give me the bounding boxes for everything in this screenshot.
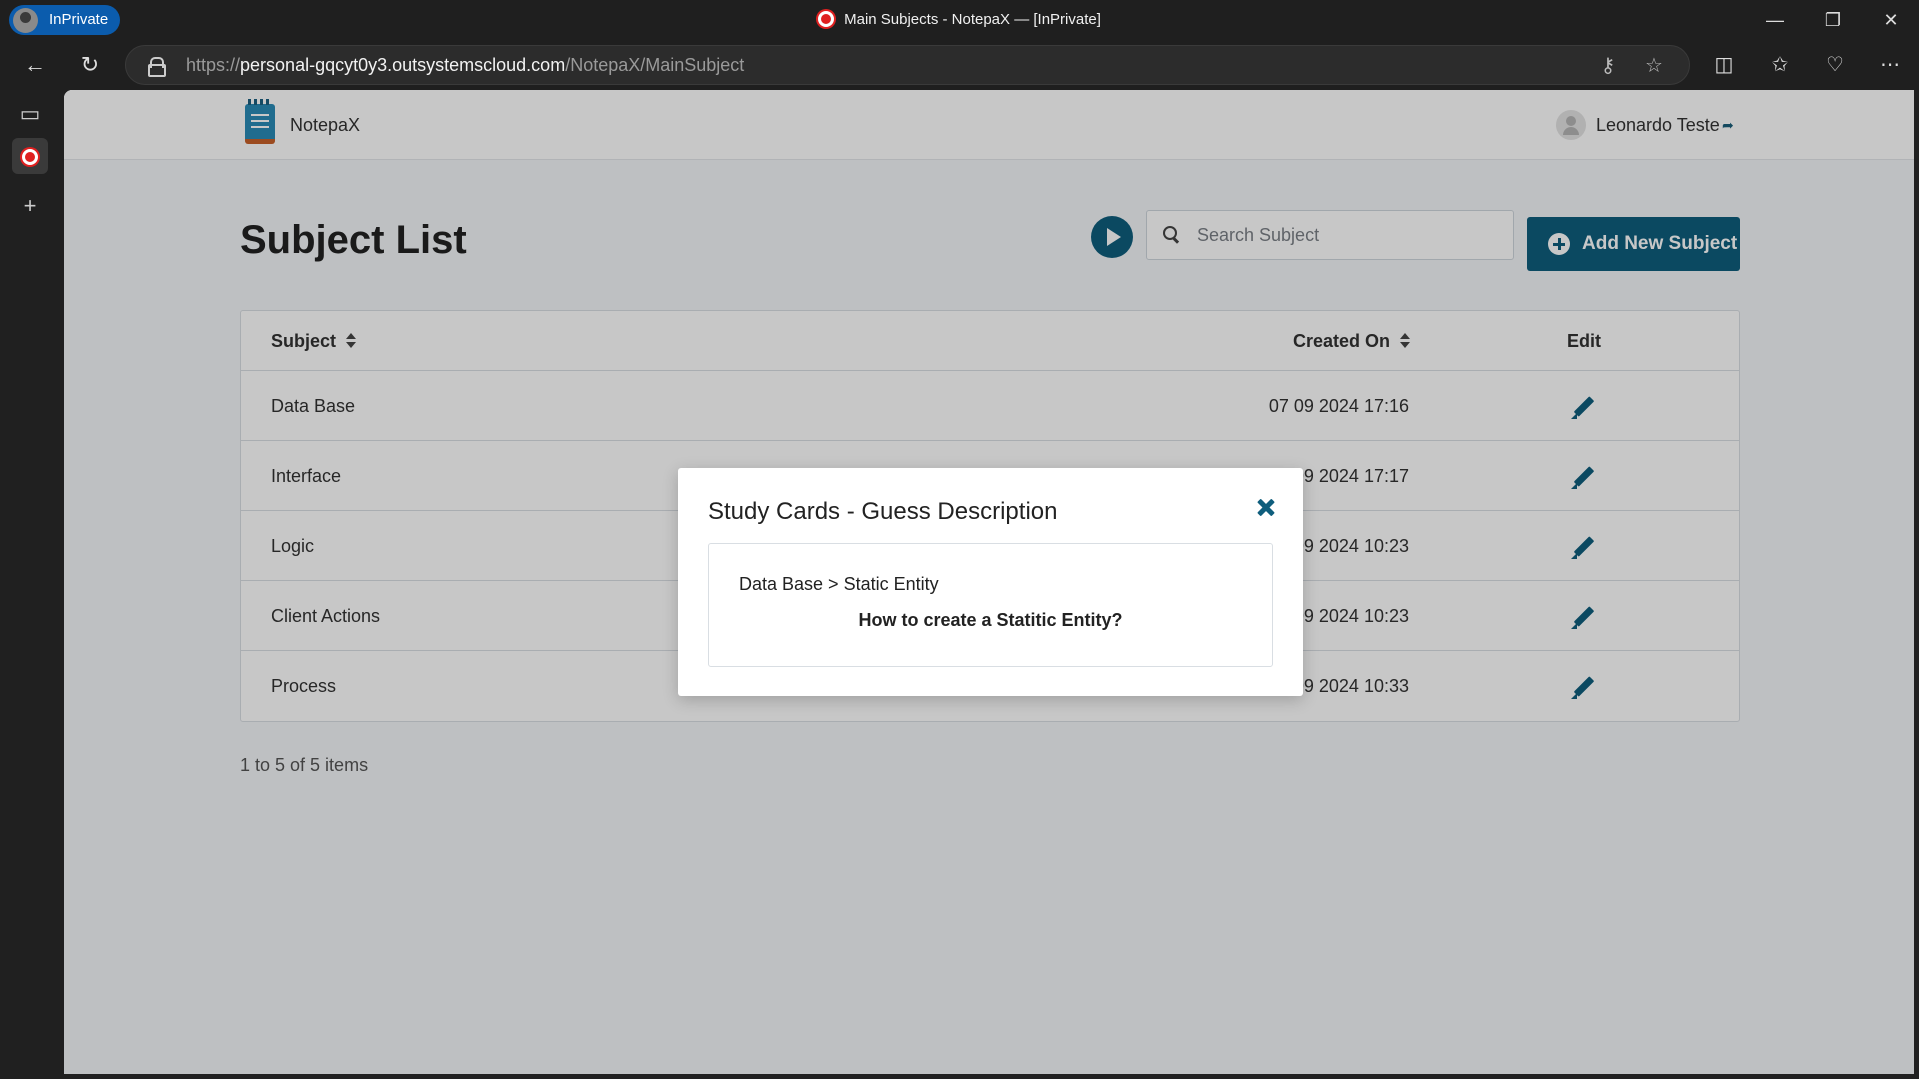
- window-title: Main Subjects - NotepaX — [InPrivate]: [0, 0, 1919, 40]
- browser-vertical-tabs: ▭ +: [0, 90, 62, 1079]
- study-card[interactable]: Data Base > Static Entity How to create …: [708, 543, 1273, 667]
- back-button[interactable]: ←: [17, 48, 53, 82]
- restore-button[interactable]: ❐: [1805, 0, 1861, 40]
- minimize-button[interactable]: —: [1747, 0, 1803, 40]
- card-breadcrumb: Data Base > Static Entity: [739, 574, 939, 594]
- web-page: NotepaX Leonardo Teste ➦ Subject List Ad…: [64, 90, 1914, 1074]
- more-options-icon[interactable]: ⋯: [1872, 48, 1908, 82]
- window-title-text: Main Subjects - NotepaX — [InPrivate]: [844, 11, 1101, 28]
- url-text[interactable]: https://personal-gqcyt0y3.outsystemsclou…: [186, 46, 744, 84]
- url-bar[interactable]: https://personal-gqcyt0y3.outsystemsclou…: [125, 45, 1690, 85]
- study-card-modal: Study Cards - Guess Description Data Bas…: [678, 468, 1303, 696]
- key-icon[interactable]: ⚷: [1596, 54, 1620, 78]
- browser-titlebar: InPrivate Main Subjects - NotepaX — [InP…: [0, 0, 1919, 40]
- close-window-button[interactable]: ✕: [1863, 0, 1919, 40]
- active-tab-icon[interactable]: [12, 138, 48, 174]
- favorite-star-icon[interactable]: ☆: [1642, 54, 1666, 78]
- tab-actions-icon[interactable]: ▭: [12, 96, 48, 132]
- recording-icon: [818, 11, 835, 27]
- browser-essentials-icon[interactable]: ♡: [1817, 48, 1853, 82]
- close-icon[interactable]: [1254, 496, 1278, 520]
- address-row: ← ↻ https://personal-gqcyt0y3.outsystems…: [0, 40, 1919, 90]
- split-screen-icon[interactable]: ◫: [1706, 48, 1742, 82]
- new-tab-icon[interactable]: +: [12, 188, 48, 224]
- favorites-icon[interactable]: ✩: [1762, 48, 1798, 82]
- lock-icon: [148, 57, 166, 77]
- card-question: How to create a Statitic Entity?: [858, 610, 1123, 630]
- refresh-button[interactable]: ↻: [72, 48, 108, 82]
- modal-title: Study Cards - Guess Description: [708, 498, 1058, 525]
